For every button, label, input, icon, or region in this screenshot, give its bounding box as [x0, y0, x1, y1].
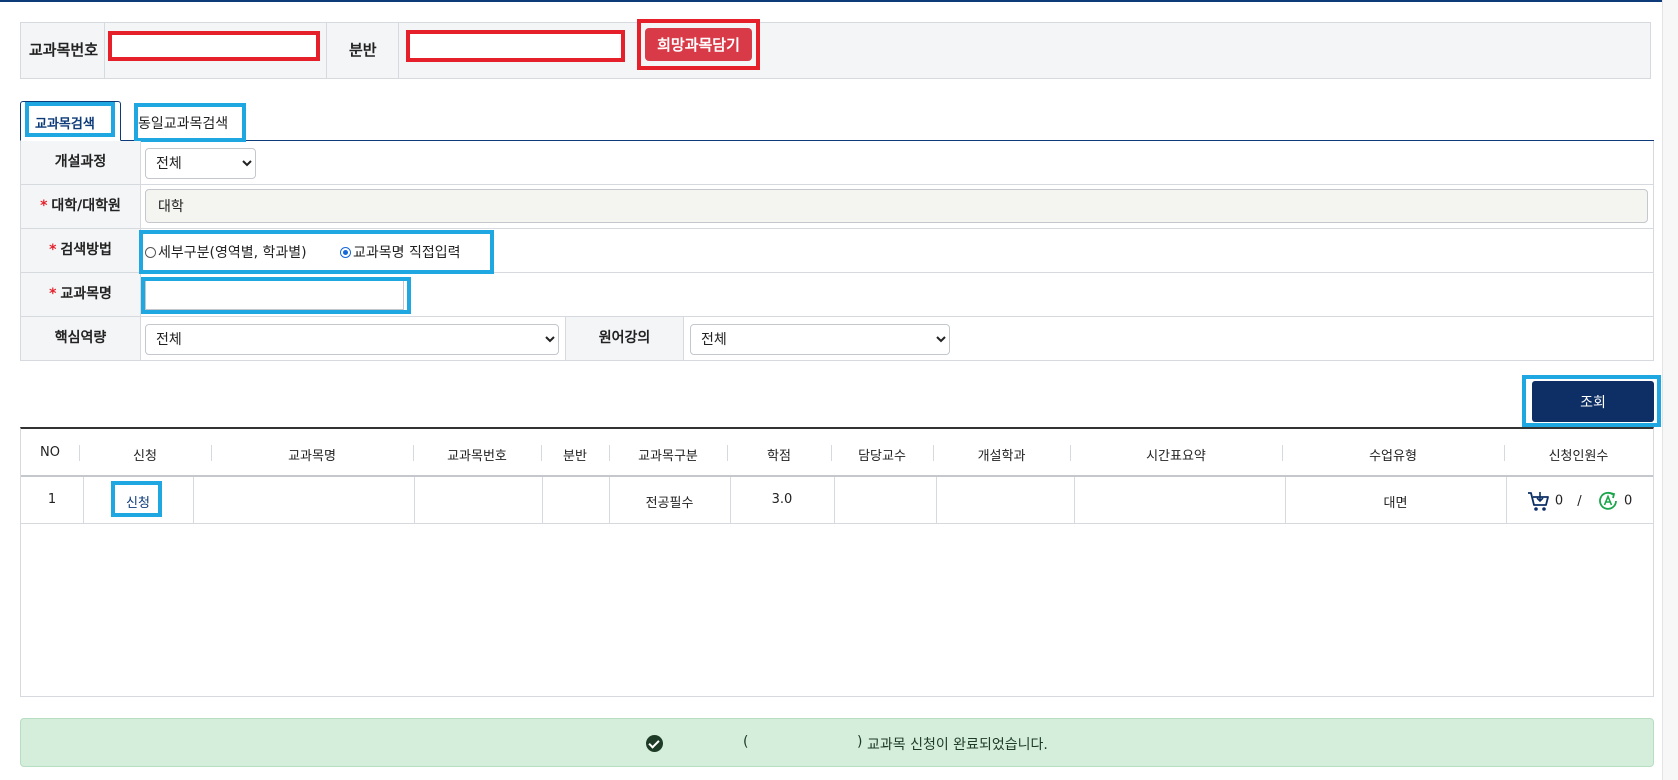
header-schedule: 시간표요약: [1146, 449, 1206, 464]
success-alert: ( ) 교과목 신청이 완료되었습니다.: [20, 718, 1654, 767]
table-row: 1 신청 전공필수 3.0 대면 0 / 0: [21, 477, 1653, 524]
form-row-course-name: * 교과목명: [20, 273, 1654, 317]
header-professor: 담당교수: [858, 449, 906, 464]
alert-open-paren: (: [743, 734, 749, 750]
radio-detailed-category[interactable]: 세부구분(영역별, 학과별): [145, 242, 307, 262]
course-number-input[interactable]: [108, 31, 320, 61]
add-to-wishlist-button[interactable]: 희망과목담기: [645, 28, 752, 61]
cell-divider: [414, 477, 415, 523]
header-apply: 신청: [133, 449, 157, 464]
header-section: 분반: [563, 449, 587, 464]
tab-course-search[interactable]: 교과목검색: [20, 101, 121, 141]
level-readonly-field: 대학: [145, 189, 1648, 223]
radio-label: 세부구분(영역별, 학과별): [158, 245, 307, 261]
tab-same-course-search[interactable]: 동일교과목검색: [134, 103, 246, 141]
course-number-label: 교과목번호: [29, 41, 99, 59]
english-lecture-select[interactable]: 전체: [690, 324, 950, 355]
cell-divider: [834, 477, 835, 523]
cart-count: 0: [1554, 493, 1564, 509]
section-input[interactable]: [406, 30, 625, 62]
header-category: 교과목구분: [638, 449, 698, 464]
header-applicants: 신청인원수: [1548, 449, 1609, 464]
radio-unchecked-icon[interactable]: [145, 247, 156, 258]
quick-apply-bar: 교과목번호 분반 희망과목담기: [20, 19, 1651, 79]
top-accent-line: [0, 0, 1678, 2]
method-label-text: 검색방법: [60, 242, 112, 258]
alert-close-paren: ): [857, 734, 863, 750]
required-mark: *: [49, 286, 57, 302]
header-course-number: 교과목번호: [447, 449, 507, 464]
section-label: 분반: [349, 41, 377, 59]
cell-no: 1: [47, 492, 57, 507]
tab-label: 교과목검색: [35, 117, 95, 132]
divider: [398, 23, 399, 78]
count-separator: /: [1577, 493, 1582, 509]
cell-divider: [193, 477, 194, 523]
apply-link[interactable]: 신청: [126, 496, 150, 511]
header-department: 개설학과: [977, 449, 1026, 464]
applied-count: 0: [1623, 493, 1633, 509]
results-table: NO 신청 교과목명 교과목번호 분반 교과목구분 학점 담당교수 개설학과 시…: [20, 427, 1654, 697]
core-competency-label: 핵심역량: [21, 317, 141, 360]
check-circle-icon: [646, 735, 663, 752]
radio-checked-icon[interactable]: [340, 247, 351, 258]
header-course-name: 교과목명: [288, 449, 336, 464]
required-mark: *: [49, 242, 57, 258]
cell-apply: 신청: [83, 492, 193, 511]
table-header: NO 신청 교과목명 교과목번호 분반 교과목구분 학점 담당교수 개설학과 시…: [21, 429, 1653, 477]
alert-message: 교과목 신청이 완료되었습니다.: [867, 737, 1048, 753]
cell-category: 전공필수: [645, 496, 694, 511]
cell-divider: [542, 477, 543, 523]
query-button[interactable]: 조회: [1532, 381, 1654, 422]
required-mark: *: [40, 198, 48, 214]
level-label: * 대학/대학원: [21, 185, 141, 228]
form-row-filters: 핵심역량 전체 원어강의 전체: [20, 317, 1654, 361]
header-credits: 학점: [767, 449, 791, 464]
tab-label: 동일교과목검색: [138, 116, 229, 132]
form-row-program: 개설과정 전체: [20, 141, 1654, 185]
course-name-input[interactable]: [145, 279, 404, 310]
cell-credits: 3.0: [771, 492, 793, 507]
course-name-label: * 교과목명: [21, 273, 141, 316]
program-select[interactable]: 전체: [145, 148, 256, 179]
divider: [104, 23, 105, 78]
header-class-type: 수업유형: [1369, 449, 1417, 464]
cell-divider: [1074, 477, 1075, 523]
course-name-label-text: 교과목명: [60, 286, 112, 302]
applied-refresh-icon: [1598, 491, 1617, 510]
radio-label: 교과목명 직접입력: [353, 245, 461, 261]
english-lecture-label: 원어강의: [566, 317, 684, 360]
level-label-text: 대학/대학원: [51, 198, 121, 214]
core-competency-select[interactable]: 전체: [145, 324, 559, 355]
cell-divider: [936, 477, 937, 523]
form-row-method: * 검색방법 세부구분(영역별, 학과별) 교과목명 직접입력: [20, 229, 1654, 273]
cell-applicants: 0 / 0: [1506, 489, 1653, 513]
cart-icon: [1527, 492, 1549, 511]
radio-direct-input[interactable]: 교과목명 직접입력: [340, 242, 461, 262]
method-label: * 검색방법: [21, 229, 141, 272]
cell-class-type: 대면: [1383, 496, 1408, 511]
vertical-scrollbar[interactable]: [1662, 0, 1678, 780]
program-label: 개설과정: [21, 141, 141, 184]
header-no: NO: [40, 445, 60, 460]
form-row-level: * 대학/대학원 대학: [20, 185, 1654, 229]
divider: [326, 23, 327, 78]
